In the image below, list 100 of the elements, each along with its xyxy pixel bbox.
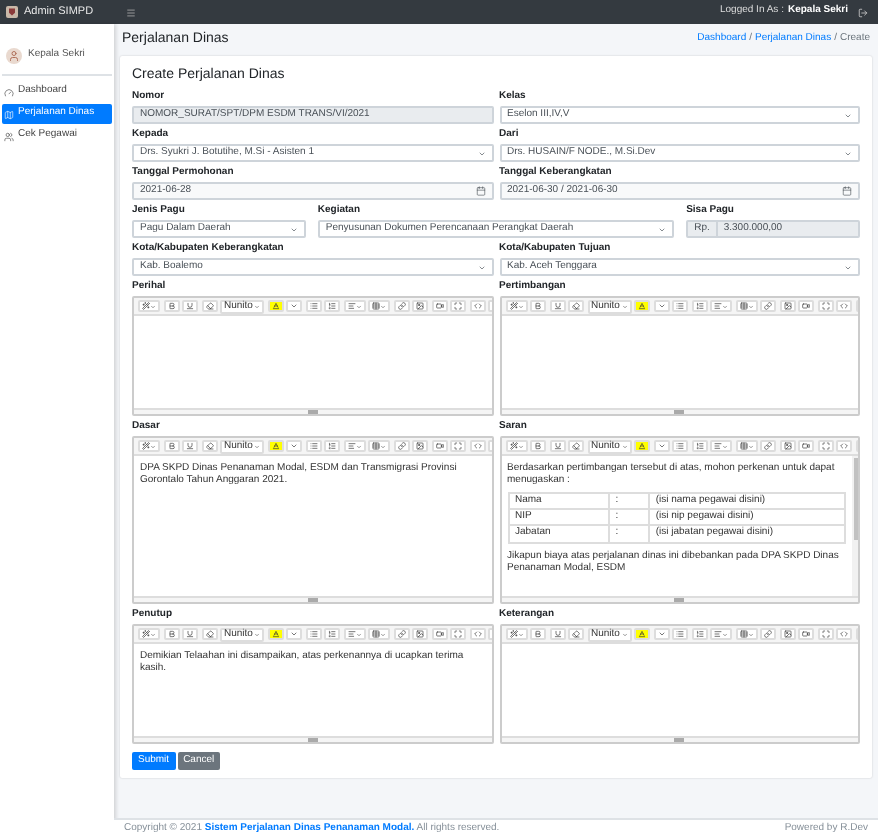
eraser-button[interactable] — [201, 628, 217, 640]
image-button[interactable] — [412, 628, 429, 640]
eraser-button[interactable] — [201, 300, 217, 312]
code-button[interactable] — [836, 300, 853, 312]
video-icon — [435, 630, 444, 638]
code-button[interactable] — [469, 440, 486, 452]
align-button[interactable] — [343, 628, 366, 640]
numbered-list-button[interactable] — [691, 440, 708, 452]
code-button[interactable] — [836, 628, 853, 640]
bold-button[interactable] — [530, 440, 546, 452]
bold-button[interactable] — [530, 300, 546, 312]
code-button[interactable] — [836, 440, 853, 452]
rich-text-editor[interactable] — [499, 436, 860, 604]
fullscreen-button[interactable] — [450, 300, 467, 312]
bullet-list-button[interactable] — [672, 300, 689, 312]
highlight-button[interactable] — [634, 628, 651, 640]
numbered-list-icon — [695, 630, 704, 638]
link-button[interactable] — [760, 300, 777, 312]
table-icon — [372, 630, 381, 638]
scrollbar[interactable] — [852, 456, 858, 596]
link-icon — [764, 630, 773, 638]
table-button[interactable] — [368, 440, 391, 452]
video-button[interactable] — [431, 300, 448, 312]
wand-button[interactable] — [505, 300, 527, 312]
bullet-list-button[interactable] — [305, 300, 322, 312]
align-button[interactable] — [710, 440, 733, 452]
underline-button[interactable] — [549, 628, 565, 640]
image-button[interactable] — [412, 300, 429, 312]
wand-button[interactable] — [505, 628, 527, 640]
link-button[interactable] — [760, 628, 777, 640]
video-icon — [802, 302, 811, 310]
wand-button[interactable] — [138, 440, 160, 452]
highlight-button[interactable] — [634, 300, 651, 312]
bullet-list-button[interactable] — [305, 628, 322, 640]
underline-button[interactable] — [549, 440, 565, 452]
highlight-icon — [271, 442, 280, 450]
link-button[interactable] — [393, 300, 410, 312]
wand-button[interactable] — [505, 440, 527, 452]
align-button[interactable] — [710, 300, 733, 312]
highlight-button[interactable] — [267, 300, 284, 312]
bold-button[interactable] — [163, 300, 179, 312]
menu-icon[interactable] — [126, 7, 136, 17]
video-button[interactable] — [431, 628, 448, 640]
numbered-list-button[interactable] — [691, 628, 708, 640]
bullet-list-button[interactable] — [672, 628, 689, 640]
wand-button[interactable] — [138, 300, 160, 312]
align-button[interactable] — [343, 300, 366, 312]
underline-button[interactable] — [549, 300, 565, 312]
bold-button[interactable] — [530, 628, 546, 640]
user-avatar — [6, 48, 22, 64]
bullet-list-button[interactable] — [305, 440, 322, 452]
highlight-button[interactable] — [267, 628, 284, 640]
numbered-list-button[interactable] — [324, 628, 341, 640]
fullscreen-button[interactable] — [817, 300, 834, 312]
highlight-icon — [638, 442, 647, 450]
video-button[interactable] — [798, 628, 815, 640]
video-button[interactable] — [798, 440, 815, 452]
logout-icon[interactable] — [858, 7, 868, 17]
table-button[interactable] — [735, 628, 758, 640]
fullscreen-button[interactable] — [450, 628, 467, 640]
video-button[interactable] — [798, 300, 815, 312]
link-button[interactable] — [393, 440, 410, 452]
logo-icon — [6, 6, 18, 18]
image-button[interactable] — [779, 300, 796, 312]
bold-button[interactable] — [163, 628, 179, 640]
underline-button[interactable] — [182, 628, 198, 640]
image-icon — [783, 302, 792, 310]
bullet-list-button[interactable] — [672, 440, 689, 452]
image-button[interactable] — [779, 440, 796, 452]
table-button[interactable] — [368, 300, 391, 312]
underline-button[interactable] — [182, 300, 198, 312]
numbered-list-button[interactable] — [324, 440, 341, 452]
align-button[interactable] — [710, 628, 733, 640]
wand-button[interactable] — [138, 628, 160, 640]
code-button[interactable] — [469, 628, 486, 640]
table-button[interactable] — [735, 440, 758, 452]
link-button[interactable] — [393, 628, 410, 640]
highlight-button[interactable] — [634, 440, 651, 452]
eraser-button[interactable] — [568, 628, 584, 640]
image-button[interactable] — [412, 440, 429, 452]
table-button[interactable] — [368, 628, 391, 640]
numbered-list-icon — [328, 442, 337, 450]
video-button[interactable] — [431, 440, 448, 452]
underline-button[interactable] — [182, 440, 198, 452]
bold-button[interactable] — [163, 440, 179, 452]
fullscreen-button[interactable] — [817, 628, 834, 640]
eraser-button[interactable] — [201, 440, 217, 452]
highlight-button[interactable] — [267, 440, 284, 452]
image-button[interactable] — [779, 628, 796, 640]
numbered-list-button[interactable] — [324, 300, 341, 312]
eraser-button[interactable] — [568, 300, 584, 312]
link-button[interactable] — [760, 440, 777, 452]
table-button[interactable] — [735, 300, 758, 312]
wand-icon — [509, 442, 517, 450]
code-button[interactable] — [469, 300, 486, 312]
numbered-list-button[interactable] — [691, 300, 708, 312]
fullscreen-button[interactable] — [817, 440, 834, 452]
eraser-button[interactable] — [568, 440, 584, 452]
align-button[interactable] — [343, 440, 366, 452]
fullscreen-button[interactable] — [450, 440, 467, 452]
